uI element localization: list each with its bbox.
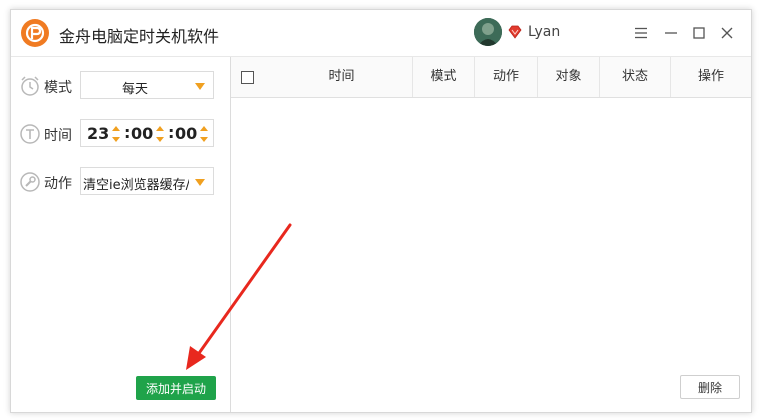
mode-row: 模式 每天 <box>19 71 224 101</box>
column-header-time[interactable]: 时间 <box>271 57 412 97</box>
add-and-start-button[interactable]: 添加并启动 <box>136 376 216 400</box>
menu-icon <box>635 27 647 39</box>
table-body <box>231 98 751 368</box>
decrement-icon[interactable] <box>200 137 208 142</box>
column-header-target[interactable]: 对象 <box>537 57 599 97</box>
minute-input[interactable]: 00 <box>131 124 153 143</box>
close-icon <box>721 27 733 39</box>
app-window: 金舟电脑定时关机软件 Lyan 模式 每天 时间 23: 00: 00 动作… <box>10 9 752 413</box>
action-row: 动作 清空ie浏览器缓存/... <box>19 167 224 197</box>
mode-label: 模式 <box>44 80 72 96</box>
task-list-panel: 时间 模式 动作 对象 状态 操作 删除 <box>231 57 751 412</box>
username[interactable]: Lyan <box>528 24 560 40</box>
time-separator: : <box>168 123 175 142</box>
close-button[interactable] <box>715 21 739 45</box>
minimize-icon <box>665 32 677 34</box>
increment-icon[interactable] <box>156 126 164 131</box>
alarm-clock-icon <box>19 75 41 97</box>
settings-panel: 模式 每天 时间 23 : 00: 00 动作 清空ie浏览器缓存 添加并启动 <box>11 57 231 412</box>
second-spinner[interactable] <box>200 125 208 143</box>
minimize-button[interactable] <box>659 21 683 45</box>
hour-input[interactable]: 23 <box>87 124 109 143</box>
app-logo-icon <box>21 19 49 47</box>
action-value: 清空ie浏览器缓存/... <box>83 178 189 193</box>
decrement-icon[interactable] <box>112 137 120 142</box>
second-input[interactable]: 00 <box>175 124 197 143</box>
maximize-icon <box>693 27 705 39</box>
mode-select[interactable]: 每天 <box>80 71 214 99</box>
time-row: 时间 23 : 00 : 00 <box>19 119 224 149</box>
column-header-action[interactable]: 动作 <box>474 57 537 97</box>
column-header-mode[interactable]: 模式 <box>412 57 474 97</box>
chevron-down-icon <box>195 83 205 90</box>
chevron-down-icon <box>195 179 205 186</box>
hour-spinner[interactable] <box>112 125 120 143</box>
vip-diamond-icon <box>508 25 522 39</box>
time-label: 时间 <box>44 128 72 144</box>
select-all-checkbox[interactable] <box>241 71 254 84</box>
maximize-button[interactable] <box>687 21 711 45</box>
wrench-icon <box>19 171 41 193</box>
mode-value: 每天 <box>121 82 148 97</box>
table-header: 时间 模式 动作 对象 状态 操作 <box>231 57 751 98</box>
column-header-operation[interactable]: 操作 <box>670 57 751 97</box>
decrement-icon[interactable] <box>156 137 164 142</box>
increment-icon[interactable] <box>112 126 120 131</box>
user-avatar[interactable] <box>474 18 502 46</box>
delete-button[interactable]: 删除 <box>680 375 740 399</box>
column-header-status[interactable]: 状态 <box>599 57 670 97</box>
increment-icon[interactable] <box>200 126 208 131</box>
action-label: 动作 <box>44 176 72 192</box>
timer-icon <box>19 123 41 145</box>
app-title: 金舟电脑定时关机软件 <box>59 27 220 46</box>
title-bar: 金舟电脑定时关机软件 Lyan <box>11 10 751 57</box>
minute-spinner[interactable] <box>156 125 164 143</box>
time-separator: : <box>124 123 131 142</box>
time-picker[interactable]: 23 : 00 : 00 <box>80 119 214 147</box>
menu-button[interactable] <box>629 21 653 45</box>
action-select[interactable]: 清空ie浏览器缓存/... <box>80 167 214 195</box>
